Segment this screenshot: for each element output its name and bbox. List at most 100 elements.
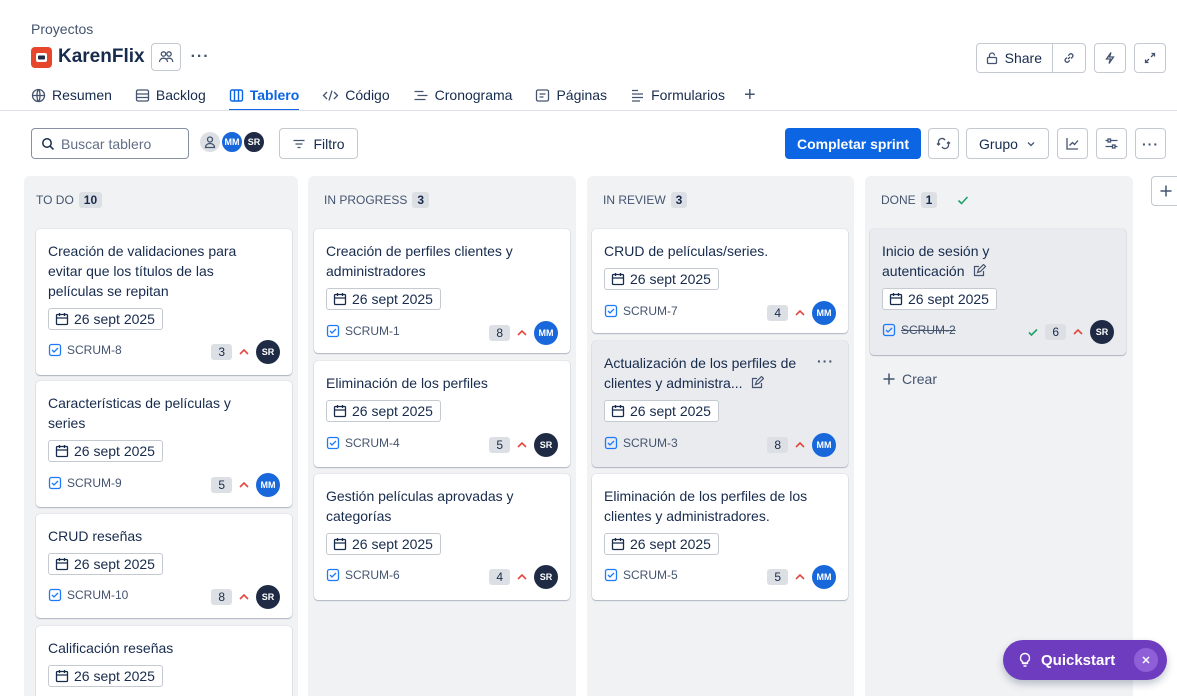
team-button[interactable] [150, 43, 181, 71]
fullscreen-button[interactable] [1134, 43, 1166, 73]
assignee-avatar[interactable]: SR [1090, 320, 1114, 344]
card-selected[interactable]: Actualización de los perfiles de cliente… [592, 341, 848, 467]
tab-tablero[interactable]: Tablero [228, 84, 299, 111]
assignee-avatar[interactable]: MM [812, 565, 836, 589]
card[interactable]: Eliminación de los perfiles 26 sept 2025… [314, 361, 570, 467]
issue-key[interactable]: SCRUM-5 [604, 568, 678, 582]
filter-button[interactable]: Filtro [279, 128, 358, 159]
calendar-icon [611, 273, 625, 286]
edit-icon [752, 376, 765, 389]
column-count: 10 [78, 192, 103, 208]
breadcrumb[interactable]: Proyectos [31, 21, 93, 37]
tab-backlog[interactable]: Backlog [135, 84, 206, 106]
due-date: 26 sept 2025 [352, 291, 433, 307]
copy-link-button[interactable] [1053, 44, 1085, 72]
assignee-avatar[interactable]: MM [534, 321, 558, 345]
priority-high-icon [1073, 328, 1083, 335]
due-date-chip[interactable]: 26 sept 2025 [326, 533, 441, 555]
card-title: Eliminación de los perfiles de los clien… [604, 488, 808, 524]
issue-key[interactable]: SCRUM-8 [48, 343, 122, 357]
issue-key[interactable]: SCRUM-10 [48, 588, 128, 602]
avatar-mm[interactable]: MM [220, 130, 244, 154]
calendar-icon [55, 670, 69, 683]
view-settings-button[interactable] [1096, 128, 1127, 159]
issue-key[interactable]: SCRUM-7 [604, 304, 678, 318]
card-more-button[interactable]: ··· [817, 353, 834, 369]
assignee-avatar[interactable]: SR [256, 585, 280, 609]
project-more-button[interactable]: ··· [191, 48, 210, 66]
timeline-icon [414, 90, 428, 100]
story-points: 4 [767, 305, 788, 321]
due-date-chip[interactable]: 26 sept 2025 [48, 440, 163, 462]
insights-button[interactable] [928, 128, 959, 159]
card[interactable]: Características de películas y series 26… [36, 381, 292, 507]
due-date-chip[interactable]: 26 sept 2025 [882, 288, 997, 310]
share-label: Share [1004, 50, 1042, 66]
tab-codigo[interactable]: Código [322, 84, 390, 106]
automation-button[interactable] [1094, 43, 1126, 73]
add-column-button[interactable] [1151, 176, 1177, 206]
backlog-icon [135, 88, 150, 102]
board-icon [229, 88, 243, 102]
card-selected[interactable]: Inicio de sesión y autenticación 26 sept… [870, 229, 1126, 355]
issue-key-label: SCRUM-3 [623, 436, 678, 450]
issue-key[interactable]: SCRUM-4 [326, 436, 400, 450]
priority-high-icon [517, 329, 527, 336]
issue-key-label: SCRUM-5 [623, 568, 678, 582]
issue-key[interactable]: SCRUM-1 [326, 324, 400, 338]
assignee-avatar[interactable]: MM [812, 433, 836, 457]
story-points: 3 [211, 344, 232, 360]
story-checkbox-icon [604, 568, 618, 582]
assignee-avatar[interactable]: SR [256, 340, 280, 364]
issue-key-label: SCRUM-9 [67, 476, 122, 490]
card-title: Características de películas y series [48, 395, 231, 431]
assignee-avatar[interactable]: MM [256, 473, 280, 497]
tab-cronograma[interactable]: Cronograma [413, 84, 512, 106]
issue-key[interactable]: SCRUM-9 [48, 476, 122, 490]
card[interactable]: Gestión películas aprovadas y categorías… [314, 474, 570, 600]
due-date-chip[interactable]: 26 sept 2025 [604, 400, 719, 422]
column-header: DONE 1 [881, 192, 970, 208]
create-issue-button[interactable]: Crear [882, 371, 937, 387]
column-title: IN REVIEW [603, 193, 666, 207]
share-button[interactable]: Share [977, 44, 1053, 72]
add-tab-button[interactable]: + [744, 85, 756, 105]
assignee-avatar[interactable]: SR [534, 565, 558, 589]
issue-key[interactable]: SCRUM-2 [882, 323, 956, 337]
card[interactable]: CRUD de películas/series. 26 sept 2025 S… [592, 229, 848, 333]
assignee-avatar[interactable]: SR [534, 433, 558, 457]
assignee-avatar[interactable]: MM [812, 301, 836, 325]
due-date-chip[interactable]: 26 sept 2025 [604, 533, 719, 555]
card-title: CRUD de películas/series. [604, 243, 769, 259]
issue-key[interactable]: SCRUM-3 [604, 436, 678, 450]
board-more-button[interactable]: ··· [1135, 128, 1166, 159]
tab-resumen[interactable]: Resumen [31, 84, 112, 106]
card[interactable]: Creación de validaciones para evitar que… [36, 229, 292, 375]
group-select[interactable]: Grupo [966, 128, 1049, 159]
tab-paginas[interactable]: Páginas [535, 84, 607, 106]
card[interactable]: Eliminación de los perfiles de los clien… [592, 474, 848, 600]
card[interactable]: Creación de perfiles clientes y administ… [314, 229, 570, 353]
card[interactable]: CRUD reseñas 26 sept 2025 SCRUM-10 8 SR [36, 514, 292, 618]
unassigned-avatar[interactable] [198, 130, 222, 154]
quickstart-close-button[interactable] [1134, 648, 1158, 672]
due-date-chip[interactable]: 26 sept 2025 [48, 308, 163, 330]
card-meta: 3 SR [211, 340, 280, 364]
quickstart-button[interactable]: Quickstart [1003, 640, 1167, 680]
due-date-chip[interactable]: 26 sept 2025 [326, 400, 441, 422]
card[interactable]: Calificación reseñas 26 sept 2025 [36, 626, 292, 696]
issue-key[interactable]: SCRUM-6 [326, 568, 400, 582]
search-input[interactable]: Buscar tablero [31, 128, 189, 159]
due-date-chip[interactable]: 26 sept 2025 [604, 268, 719, 290]
due-date-chip[interactable]: 26 sept 2025 [326, 288, 441, 310]
chart-button[interactable] [1057, 128, 1088, 159]
due-date-chip[interactable]: 26 sept 2025 [48, 665, 163, 687]
tab-formularios[interactable]: Formularios [630, 84, 725, 106]
due-date-chip[interactable]: 26 sept 2025 [48, 553, 163, 575]
story-checkbox-icon [48, 588, 62, 602]
column-header: IN REVIEW 3 [603, 192, 688, 208]
calendar-icon [55, 445, 69, 458]
avatar-sr[interactable]: SR [242, 130, 266, 154]
complete-sprint-button[interactable]: Completar sprint [785, 128, 921, 159]
card-meta: 4 SR [489, 565, 558, 589]
